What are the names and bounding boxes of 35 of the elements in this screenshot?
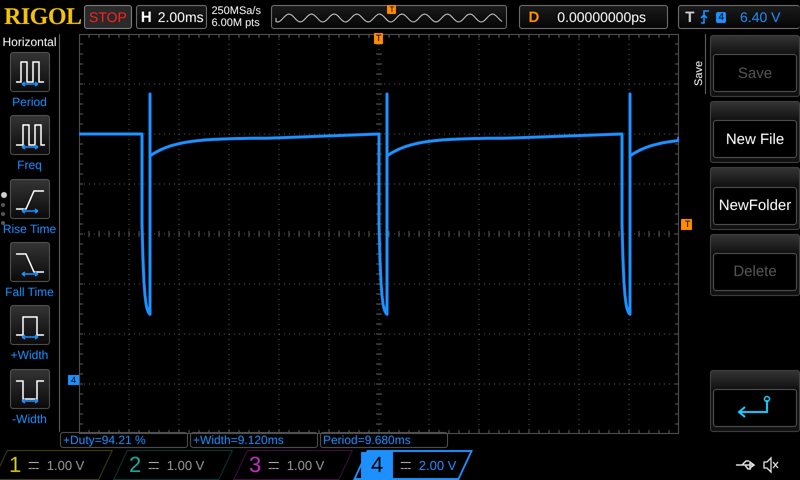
back-button[interactable]: [713, 389, 797, 427]
menu-title: Horizontal: [2, 34, 57, 51]
run-stop-button[interactable]: STOP: [84, 5, 132, 29]
channel-tab[interactable]: 2 1.00 V: [113, 450, 233, 480]
measure-button[interactable]: -Width: [0, 368, 60, 432]
trigger-display[interactable]: T 4 6.40 V: [678, 5, 800, 29]
rising-edge-icon: [700, 10, 710, 24]
dc-coupling-icon: [269, 462, 280, 468]
trigger-position-marker: T: [374, 33, 384, 44]
measurement-result: Period=9.680ms: [320, 432, 448, 448]
channel-marker: 4: [68, 375, 80, 385]
measure-button[interactable]: Freq: [0, 115, 60, 179]
dc-coupling-icon: [401, 462, 412, 468]
brand-logo: RIGOL: [4, 4, 80, 30]
usb-icon: [734, 458, 758, 472]
measure-button[interactable]: +Width: [0, 305, 60, 369]
trigger-level-marker: T: [680, 219, 692, 230]
speaker-muted-icon: [762, 456, 780, 474]
channel-tab[interactable]: 4 2.00 V: [353, 450, 473, 480]
sample-rate: 250MSa/s: [211, 5, 262, 17]
memory-depth: 6.00M pts: [211, 17, 261, 29]
measure-button[interactable]: Rise Time: [0, 178, 60, 242]
timebase-display[interactable]: H 2.00ms: [136, 5, 208, 29]
channel-tab[interactable]: 1 1.00 V: [0, 450, 113, 480]
trigger-position-marker: T: [387, 5, 396, 14]
delay-display[interactable]: D 0.00000000ps: [519, 5, 668, 29]
measure-button[interactable]: Period: [0, 52, 60, 116]
measure-button[interactable]: Fall Time: [0, 242, 60, 306]
dc-coupling-icon: [29, 462, 40, 468]
measurement-result: +Duty=94.21 %: [60, 432, 188, 448]
measurement-result: +Width=9.120ms: [190, 432, 318, 448]
softkey-button[interactable]: New File: [713, 120, 797, 158]
softkey-button[interactable]: NewFolder: [713, 186, 797, 225]
channel-tab[interactable]: 3 1.00 V: [233, 450, 353, 480]
dc-coupling-icon: [149, 462, 160, 468]
